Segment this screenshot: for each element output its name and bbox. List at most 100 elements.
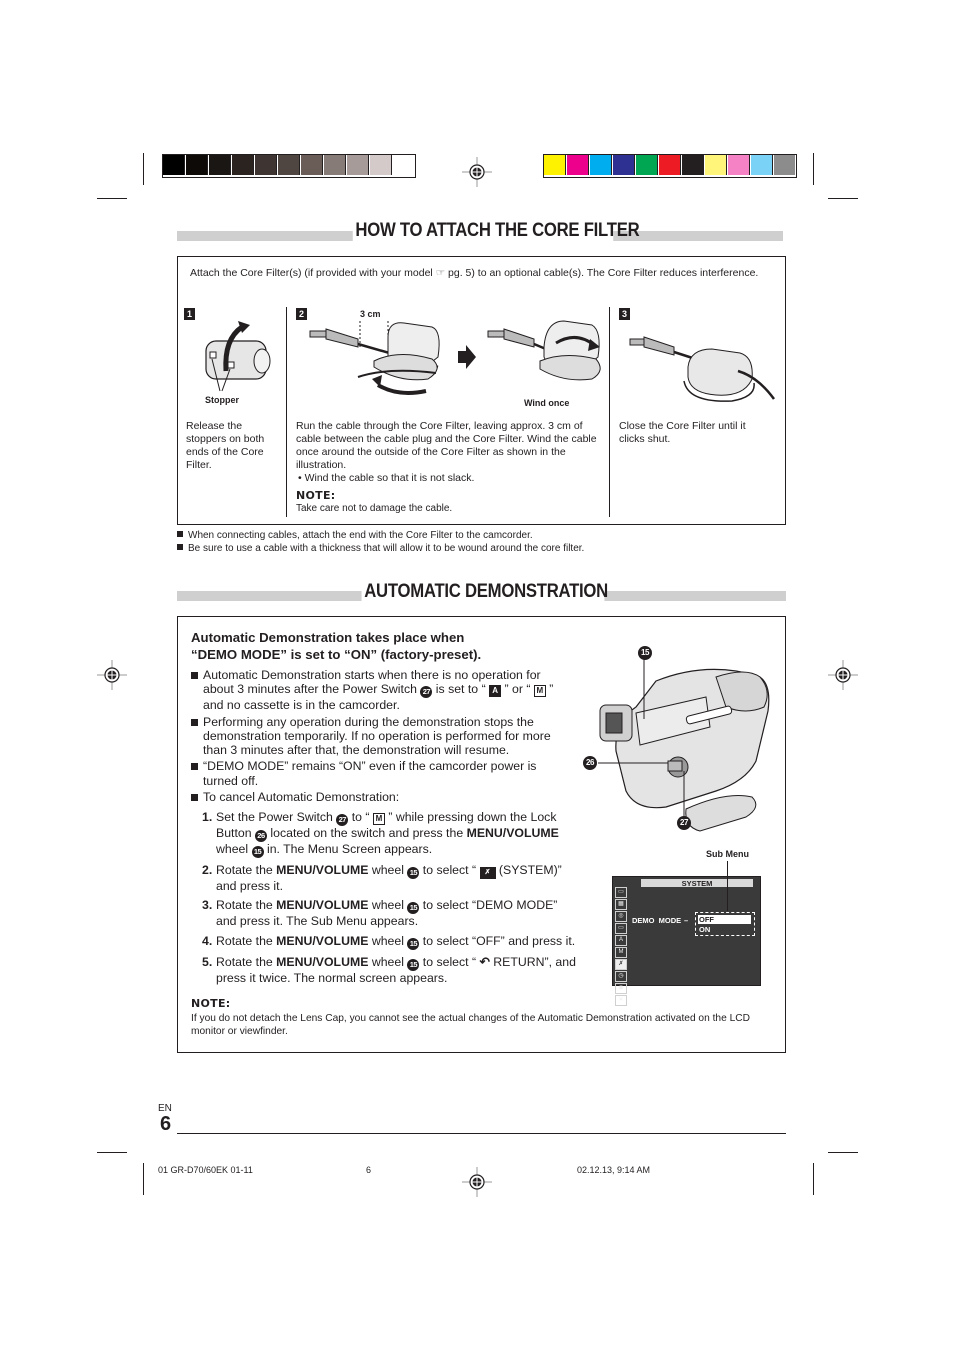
demo-bullet: To cancel Automatic Demonstration: xyxy=(191,790,569,804)
note-heading: NOTE: xyxy=(191,997,231,1010)
intro-text: Attach the Core Filter(s) (if provided w… xyxy=(190,267,436,279)
step-item: 5. Rotate the MENU/VOLUME wheel 15 to sel… xyxy=(202,954,576,985)
demo-bullet: Performing any operation during the demo… xyxy=(191,715,569,758)
menu-icon: ◷ xyxy=(615,971,627,982)
page-number: 6 xyxy=(160,1113,172,1135)
manual-mode-icon: M xyxy=(533,685,546,698)
menu-screen: SYSTEM ▭ ▦ ◎ ▭ A M ✗ ◷ ◉ ✕ DEMO MODE – O… xyxy=(612,876,761,1006)
step-2-bullet: • Wind the cable so that it is not slack… xyxy=(298,472,475,484)
menu-connector: – xyxy=(684,916,689,925)
color-swatch xyxy=(301,155,323,175)
menu-icon: M xyxy=(615,947,627,958)
crop-mark xyxy=(813,1163,814,1195)
column-divider xyxy=(609,307,610,517)
color-swatch xyxy=(751,155,773,175)
color-swatch xyxy=(590,155,612,175)
crop-mark xyxy=(813,153,814,185)
color-swatch xyxy=(186,155,208,175)
step-item: 1. Set the Power Switch 27 to “ M ” while… xyxy=(202,810,559,858)
color-swatch xyxy=(347,155,369,175)
core-filter-closed-illustration xyxy=(629,336,776,402)
color-swatch xyxy=(163,155,185,175)
step-item: 3. Rotate the MENU/VOLUME wheel 15 to sel… xyxy=(202,898,558,929)
step-3-text: Close the Core Filter until it clicks sh… xyxy=(619,420,746,445)
slug-date: 02.12.13, 9:14 AM xyxy=(577,1165,651,1175)
menu-icon: ▭ xyxy=(615,887,627,898)
note-item: Be sure to use a cable with a thickness … xyxy=(177,542,797,555)
color-swatch xyxy=(278,155,300,175)
manual-mode-icon: M xyxy=(372,813,385,825)
core-filter-open-illustration xyxy=(205,321,271,392)
registration-mark-icon xyxy=(97,660,127,690)
color-swatch xyxy=(370,155,392,175)
menu-icon: ▭ xyxy=(615,923,627,934)
step-item: 4. Rotate the MENU/VOLUME wheel 15 to sel… xyxy=(202,933,576,950)
color-swatch xyxy=(728,155,750,175)
callout-15-icon: 15 xyxy=(407,937,420,950)
color-swatch xyxy=(232,155,254,175)
menu-icon-column: ▭ ▦ ◎ ▭ A M ✗ ◷ ◉ ✕ xyxy=(615,887,627,1007)
grayscale-color-bar xyxy=(162,154,416,178)
bullet-icon xyxy=(191,718,198,726)
reference-icon: ☞ xyxy=(435,267,446,279)
section-title-core-filter: HOW TO ATTACH THE CORE FILTER xyxy=(352,220,640,242)
note-heading: NOTE: xyxy=(296,489,336,502)
crop-mark xyxy=(97,198,127,199)
menu-icon: ✗ xyxy=(615,959,627,970)
bullet-icon xyxy=(191,794,198,802)
slug-file: 01 GR-D70/60EK 01-11 xyxy=(158,1165,253,1175)
process-color-bar xyxy=(543,154,797,178)
color-swatch xyxy=(567,155,589,175)
demo-bullet: Automatic Demonstration starts when ther… xyxy=(191,668,569,713)
demo-heading: Automatic Demonstration takes place when… xyxy=(191,629,481,663)
demo-bullets: Automatic Demonstration starts when ther… xyxy=(191,668,569,804)
step-number: 3 xyxy=(619,308,630,320)
menu-screen-title: SYSTEM xyxy=(641,879,753,888)
camcorder-illustration xyxy=(598,655,770,832)
demo-heading-line: Automatic Demonstration takes place when xyxy=(191,630,465,645)
color-swatch xyxy=(659,155,681,175)
section-title-automatic-demonstration: AUTOMATIC DEMONSTRATION xyxy=(361,581,608,603)
core-filter-panel: Attach the Core Filter(s) (if provided w… xyxy=(177,256,786,525)
bullet-icon xyxy=(177,544,183,550)
callout-15-icon: 15 xyxy=(407,958,420,971)
cable-winding-illustration xyxy=(309,320,601,395)
footer-rule xyxy=(177,1133,786,1134)
callout-15-icon: 15 xyxy=(407,902,420,915)
wind-once-label: Wind once xyxy=(524,398,570,408)
note-item-text: When connecting cables, attach the end w… xyxy=(188,530,533,541)
crop-mark xyxy=(828,198,858,199)
menu-icon: ◉ xyxy=(615,983,627,994)
callout-27-icon: 27 xyxy=(420,686,433,699)
core-filter-intro: Attach the Core Filter(s) (if provided w… xyxy=(190,267,770,280)
crop-mark xyxy=(143,1163,144,1195)
color-swatch xyxy=(636,155,658,175)
return-icon: ↶ xyxy=(479,954,490,969)
menu-icon: ◎ xyxy=(615,911,627,922)
step-2-instructions: Run the cable through the Core Filter, l… xyxy=(296,420,597,471)
bullet-icon xyxy=(177,531,183,537)
stopper-label: Stopper xyxy=(205,395,240,405)
callout-27-icon: 27 xyxy=(677,816,691,830)
sub-menu-leader-line xyxy=(727,861,728,911)
demo-mode-menu-item: DEMO MODE xyxy=(632,916,682,925)
slug-page: 6 xyxy=(366,1165,372,1175)
color-swatch xyxy=(324,155,346,175)
core-filter-notes: When connecting cables, attach the end w… xyxy=(177,529,797,555)
callout-15-icon: 15 xyxy=(251,846,264,858)
color-swatch xyxy=(209,155,231,175)
color-swatch xyxy=(613,155,635,175)
menu-icon: ▦ xyxy=(615,899,627,910)
bullet-icon xyxy=(191,763,198,771)
demo-heading-line: “DEMO MODE” is set to “ON” (factory-pres… xyxy=(191,647,482,662)
sub-menu-label: Sub Menu xyxy=(706,849,749,859)
auto-mode-icon: A xyxy=(489,685,502,698)
demo-bullet: “DEMO MODE” remains “ON” even if the cam… xyxy=(191,759,569,788)
step-number: 2 xyxy=(296,308,307,320)
intro-text: pg. 5) to an optional cable(s). The Core… xyxy=(445,267,759,279)
callout-26-icon: 26 xyxy=(583,756,597,770)
sub-menu-option-off: OFF xyxy=(698,915,751,924)
column-divider xyxy=(286,307,287,517)
color-swatch xyxy=(682,155,704,175)
note-text: Take care not to damage the cable. xyxy=(296,503,453,514)
